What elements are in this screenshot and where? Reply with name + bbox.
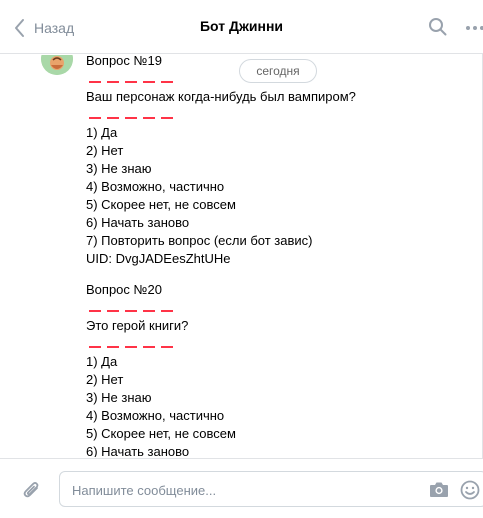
smile-icon[interactable] [460, 480, 480, 500]
answer-option: 3) Не знаю [86, 390, 152, 405]
answer-option: 4) Возможно, частично [86, 408, 225, 423]
more-icon[interactable] [465, 25, 483, 31]
message-input[interactable] [72, 481, 402, 499]
bot-message-20: Вопрос №20 Это герой книги? 1) Да 2) Нет… [86, 281, 426, 457]
question-text: Это герой книги? [86, 318, 189, 333]
message-composer [0, 458, 483, 518]
chat-window: Назад Бот Джинни сегодня Вопрос №19 Ваш [0, 0, 483, 518]
uid-text: UID: DvgJADEesZhtUHe [86, 251, 231, 266]
genie-avatar-icon [41, 55, 73, 75]
answer-option: 1) Да [86, 125, 118, 140]
red-divider [86, 335, 426, 353]
chat-title: Бот Джинни [199, 18, 284, 34]
avatar[interactable] [41, 55, 73, 75]
red-divider [86, 106, 426, 124]
bot-message-19: Вопрос №19 Ваш персонаж когда-нибудь был… [86, 55, 426, 268]
answer-option: 5) Скорее нет, не совсем [86, 426, 236, 441]
answer-option: 6) Начать заново [86, 215, 190, 230]
red-divider [86, 299, 426, 317]
answer-option: 7) Повторить вопрос (если бот завис) [86, 233, 313, 248]
question-title: Вопрос №20 [86, 282, 162, 297]
camera-icon[interactable] [429, 481, 449, 498]
answer-option: 1) Да [86, 354, 118, 369]
chat-header: Назад Бот Джинни [0, 0, 483, 54]
message-list[interactable]: сегодня Вопрос №19 Ваш персонаж когда-ни… [0, 55, 483, 457]
answer-option: 4) Возможно, частично [86, 179, 225, 194]
search-icon[interactable] [428, 17, 448, 37]
answer-option: 3) Не знаю [86, 161, 152, 176]
message-input-box[interactable] [59, 471, 483, 507]
answer-option: 2) Нет [86, 143, 124, 158]
answer-option: 2) Нет [86, 372, 124, 387]
answer-option: 6) Начать заново [86, 444, 190, 457]
answer-option: 5) Скорее нет, не совсем [86, 197, 236, 212]
question-text: Ваш персонаж когда-нибудь был вампиром? [86, 89, 356, 104]
question-title: Вопрос №19 [86, 55, 162, 68]
paperclip-icon[interactable] [22, 480, 42, 502]
red-divider [86, 70, 426, 88]
